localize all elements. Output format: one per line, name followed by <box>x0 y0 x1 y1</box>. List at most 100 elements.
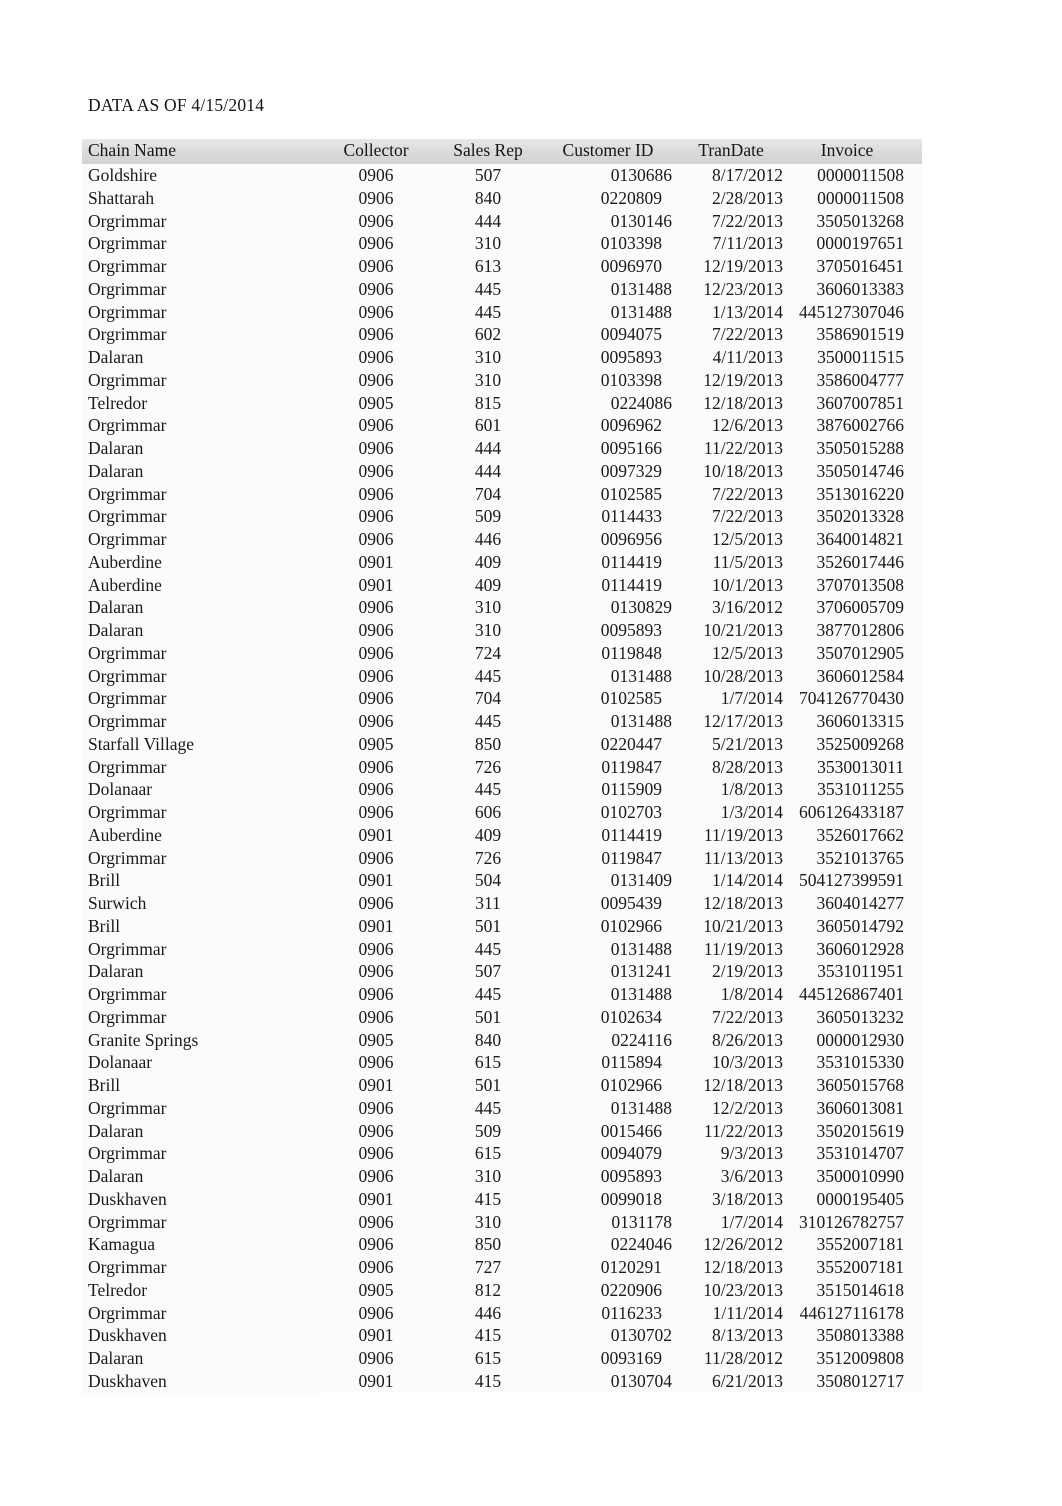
cell-chain-name: Dolanaar <box>82 1051 320 1074</box>
table-row[interactable]: Orgrimmar 0906 445 0131488 12/23/2013 3606013… <box>82 277 922 301</box>
table-row[interactable]: Auberdine 0901 409 0114419 10/1/2013 37070135… <box>82 573 922 597</box>
table-row[interactable]: Orgrimmar 0906 606 0102703 1/3/2014 606126433… <box>82 801 922 824</box>
table-row[interactable]: Orgrimmar 0906 446 0096956 12/5/2013 36400148… <box>82 528 922 551</box>
table-row[interactable]: Shattarah 0906 840 0220809 2/28/2013 00000115… <box>82 186 922 210</box>
column-header-invoice[interactable]: Invoice <box>790 139 922 164</box>
table-row[interactable]: Surwich 0906 311 0095439 12/18/2013 360401427… <box>82 892 922 915</box>
cell-chain-name: Orgrimmar <box>82 323 320 346</box>
table-row[interactable]: Auberdine 0901 409 0114419 11/5/2013 35260174… <box>82 550 922 574</box>
cell-collector: 0906 <box>320 1119 432 1143</box>
cell-customer-id: 0094075 <box>544 323 672 346</box>
cell-sales-rep: 445 <box>432 1096 544 1120</box>
cell-customer-id: 0130829 <box>544 596 672 619</box>
table-row[interactable]: Duskhaven 0901 415 0130704 6/21/2013 35080127… <box>82 1369 922 1393</box>
cell-sales-rep: 724 <box>432 641 544 665</box>
table-row[interactable]: Orgrimmar 0906 445 0131488 12/17/2013 3606013… <box>82 710 922 733</box>
table-row[interactable]: Brill 0901 501 0102966 10/21/2013 3605014792 <box>82 914 922 938</box>
column-header-collector[interactable]: Collector <box>320 139 432 164</box>
table-row[interactable]: Orgrimmar 0906 310 0131178 1/7/2014 310126782… <box>82 1210 922 1234</box>
cell-customer-id: 0131488 <box>544 937 672 961</box>
table-row[interactable]: Orgrimmar 0906 601 0096962 12/6/2013 38760027… <box>82 414 922 437</box>
table-row[interactable]: Duskhaven 0901 415 0130702 8/13/2013 35080133… <box>82 1324 922 1347</box>
table-row[interactable]: Orgrimmar 0906 613 0096970 12/19/2013 3705016… <box>82 255 922 278</box>
table-row[interactable]: Duskhaven 0901 415 0099018 3/18/2013 00001954… <box>82 1187 922 1211</box>
cell-customer-id: 0102585 <box>544 482 672 506</box>
cell-customer-id: 0220809 <box>544 186 672 210</box>
cell-trandate: 10/28/2013 <box>672 664 790 688</box>
cell-customer-id: 0131488 <box>544 983 672 1006</box>
table-row[interactable]: Orgrimmar 0906 615 0094079 9/3/2013 353101470… <box>82 1142 922 1165</box>
cell-chain-name: Dolanaar <box>82 778 320 801</box>
cell-collector: 0906 <box>320 937 432 961</box>
column-header-chain-name[interactable]: Chain Name <box>82 139 320 164</box>
cell-collector: 0906 <box>320 619 432 642</box>
table-row[interactable]: Orgrimmar 0906 445 0131488 10/28/2013 3606012… <box>82 664 922 688</box>
table-row[interactable]: Dalaran 0906 444 0097329 10/18/2013 350501474… <box>82 459 922 483</box>
cell-invoice: 445127307046 <box>790 300 922 324</box>
table-row[interactable]: Dalaran 0906 310 0095893 3/6/2013 3500010990 <box>82 1165 922 1188</box>
cell-invoice: 3604014277 <box>790 892 922 915</box>
table-row[interactable]: Dalaran 0906 615 0093169 11/28/2012 351200980… <box>82 1347 922 1370</box>
cell-collector: 0901 <box>320 1074 432 1097</box>
table-row[interactable]: Orgrimmar 0906 445 0131488 1/8/2014 445126867… <box>82 983 922 1006</box>
table-row[interactable]: Dalaran 0906 507 0131241 2/19/2013 3531011951 <box>82 960 922 983</box>
cell-sales-rep: 726 <box>432 755 544 779</box>
table-row[interactable]: Granite Springs 0905 840 0224116 8/26/2013 00… <box>82 1028 922 1052</box>
cell-invoice: 3706005709 <box>790 596 922 619</box>
column-header-sales-rep[interactable]: Sales Rep <box>432 139 544 164</box>
table-row[interactable]: Orgrimmar 0906 445 0131488 11/19/2013 3606012… <box>82 937 922 961</box>
cell-collector: 0901 <box>320 573 432 597</box>
cell-invoice: 3526017662 <box>790 823 922 847</box>
table-row[interactable]: Orgrimmar 0906 444 0130146 7/22/2013 35050132… <box>82 209 922 233</box>
table-row[interactable]: Orgrimmar 0906 310 0103398 7/11/2013 00001976… <box>82 232 922 255</box>
table-row[interactable]: Dolanaar 0906 615 0115894 10/3/2013 353101533… <box>82 1051 922 1074</box>
cell-sales-rep: 840 <box>432 186 544 210</box>
cell-trandate: 10/18/2013 <box>672 459 790 483</box>
table-row[interactable]: Dalaran 0906 509 0015466 11/22/2013 350201561… <box>82 1119 922 1143</box>
cell-trandate: 10/1/2013 <box>672 573 790 597</box>
table-row[interactable]: Orgrimmar 0906 445 0131488 1/13/2014 44512730… <box>82 300 922 324</box>
cell-trandate: 2/19/2013 <box>672 960 790 983</box>
column-header-customer-id[interactable]: Customer ID <box>544 139 672 164</box>
cell-trandate: 8/17/2012 <box>672 164 790 187</box>
table-row[interactable]: Goldshire 0906 507 0130686 8/17/2012 00000115… <box>82 164 922 187</box>
table-row[interactable]: Auberdine 0901 409 0114419 11/19/2013 3526017… <box>82 823 922 847</box>
cell-sales-rep: 509 <box>432 1119 544 1143</box>
table-row[interactable]: Orgrimmar 0906 726 0119847 11/13/2013 3521013… <box>82 846 922 870</box>
table-row[interactable]: Orgrimmar 0906 602 0094075 7/22/2013 35869015… <box>82 323 922 346</box>
table-row[interactable]: Kamagua 0906 850 0224046 12/26/2012 355200718… <box>82 1233 922 1256</box>
table-row[interactable]: Orgrimmar 0906 704 0102585 7/22/2013 35130162… <box>82 482 922 506</box>
table-row[interactable]: Orgrimmar 0906 724 0119848 12/5/2013 35070129… <box>82 641 922 665</box>
cell-invoice: 3605013232 <box>790 1005 922 1029</box>
cell-customer-id: 0131178 <box>544 1210 672 1234</box>
table-row[interactable]: Dalaran 0906 310 0095893 10/21/2013 387701280… <box>82 619 922 642</box>
cell-invoice: 3507012905 <box>790 641 922 665</box>
table-row[interactable]: Orgrimmar 0906 509 0114433 7/22/2013 35020133… <box>82 505 922 528</box>
table-row[interactable]: Brill 0901 504 0131409 1/14/2014 504127399591 <box>82 869 922 892</box>
table-row[interactable]: Orgrimmar 0906 501 0102634 7/22/2013 36050132… <box>82 1005 922 1029</box>
table-row[interactable]: Orgrimmar 0906 446 0116233 1/11/2014 44612711… <box>82 1301 922 1325</box>
cell-invoice: 0000197651 <box>790 232 922 255</box>
table-row[interactable]: Starfall Village 0905 850 0220447 5/21/2013 3… <box>82 732 922 756</box>
cell-collector: 0905 <box>320 391 432 415</box>
cell-chain-name: Duskhaven <box>82 1187 320 1211</box>
cell-trandate: 11/19/2013 <box>672 823 790 847</box>
column-header-trandate[interactable]: TranDate <box>672 139 790 164</box>
cell-chain-name: Dalaran <box>82 1119 320 1143</box>
table-row[interactable]: Dalaran 0906 444 0095166 11/22/2013 350501528… <box>82 437 922 460</box>
table-row[interactable]: Dolanaar 0906 445 0115909 1/8/2013 3531011255 <box>82 778 922 801</box>
cell-trandate: 2/28/2013 <box>672 186 790 210</box>
cell-trandate: 12/5/2013 <box>672 528 790 551</box>
table-row[interactable]: Orgrimmar 0906 310 0103398 12/19/2013 3586004… <box>82 368 922 392</box>
table-row[interactable]: Telredor 0905 812 0220906 10/23/2013 35150146… <box>82 1278 922 1302</box>
cell-trandate: 7/22/2013 <box>672 209 790 233</box>
table-row[interactable]: Orgrimmar 0906 445 0131488 12/2/2013 36060130… <box>82 1096 922 1120</box>
cell-invoice: 3552007181 <box>790 1256 922 1279</box>
table-row[interactable]: Dalaran 0906 310 0130829 3/16/2012 3706005709 <box>82 596 922 619</box>
table-row[interactable]: Telredor 0905 815 0224086 12/18/2013 36070078… <box>82 391 922 415</box>
table-row[interactable]: Brill 0901 501 0102966 12/18/2013 3605015768 <box>82 1074 922 1097</box>
table-row[interactable]: Dalaran 0906 310 0095893 4/11/2013 3500011515 <box>82 346 922 369</box>
table-row[interactable]: Orgrimmar 0906 704 0102585 1/7/2014 704126770… <box>82 687 922 710</box>
table-row[interactable]: Orgrimmar 0906 727 0120291 12/18/2013 3552007… <box>82 1256 922 1279</box>
table-row[interactable]: Orgrimmar 0906 726 0119847 8/28/2013 35300130… <box>82 755 922 779</box>
